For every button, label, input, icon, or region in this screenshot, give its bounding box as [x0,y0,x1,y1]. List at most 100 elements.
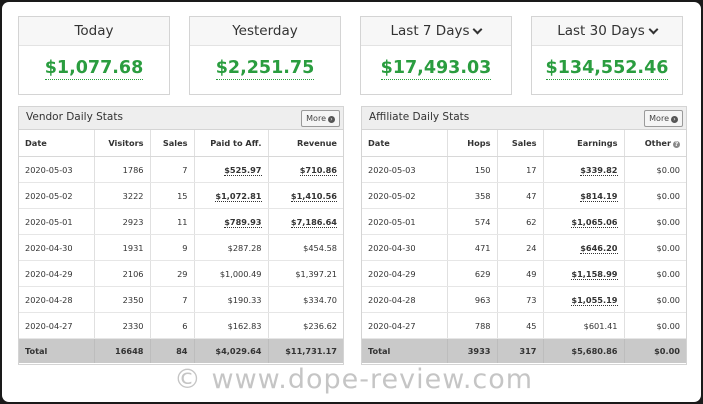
sales-cell: 15 [150,182,195,209]
date-cell: 2020-05-01 [19,208,95,235]
chevron-down-icon [648,24,659,35]
card-last-30-days: Last 30 Days $134,552.46 [531,16,683,95]
period-dropdown-30-days[interactable]: Last 30 Days [532,17,682,46]
affiliate-daily-stats-panel: Affiliate Daily Stats More › Date Hops Sa… [361,106,687,365]
column-header[interactable]: Date [19,130,95,157]
table-row: 2020-04-27 2330 6 $162.83 $236.62 [19,312,343,339]
earnings-cell[interactable]: $646.20 [543,234,625,261]
affiliate-more-button[interactable]: More › [644,110,683,127]
vendor-more-button[interactable]: More › [301,110,340,127]
card-label: Yesterday [190,17,340,46]
total-visitors: 16648 [94,338,151,363]
total-label: Total [362,338,448,363]
panel-title: Affiliate Daily Stats [369,111,470,123]
other-cell: $0.00 [624,312,686,339]
period-dropdown-7-days[interactable]: Last 7 Days [361,17,511,46]
table-header-row: Date Visitors Sales Paid to Aff. Revenue [19,130,343,157]
vendor-stats-table: Date Visitors Sales Paid to Aff. Revenue… [19,130,343,363]
help-icon[interactable]: ? [673,141,680,148]
column-header[interactable]: Sales [497,130,544,157]
date-cell: 2020-05-02 [362,182,448,209]
table-row: 2020-05-02 358 47 $814.19 $0.00 [362,182,686,209]
hops-cell: 574 [447,208,498,235]
sales-cell: 49 [497,260,544,287]
revenue-cell[interactable]: $7,186.64 [268,208,343,235]
column-header[interactable]: Visitors [94,130,151,157]
sales-cell: 45 [497,312,544,339]
card-value: $2,251.75 [215,58,315,80]
sales-cell: 29 [150,260,195,287]
revenue-cell: $236.62 [268,312,343,339]
hops-cell: 358 [447,182,498,209]
revenue-cell: $454.58 [268,234,343,261]
sales-cell: 47 [497,182,544,209]
card-value: $1,077.68 [44,58,144,80]
date-cell: 2020-05-03 [362,156,448,183]
hops-cell: 471 [447,234,498,261]
visitors-cell: 3222 [94,182,151,209]
date-cell: 2020-04-29 [362,260,448,287]
column-header[interactable]: Earnings [543,130,625,157]
card-last-7-days: Last 7 Days $17,493.03 [360,16,512,95]
visitors-cell: 1786 [94,156,151,183]
total-label: Total [19,338,95,363]
total-sales: 317 [497,338,544,363]
earnings-cell[interactable]: $1,065.06 [543,208,625,235]
earnings-cell[interactable]: $1,055.19 [543,286,625,313]
table-row: 2020-04-29 629 49 $1,158.99 $0.00 [362,260,686,287]
revenue-cell: $1,397.21 [268,260,343,287]
revenue-cell[interactable]: $710.86 [268,156,343,183]
date-cell: 2020-04-30 [19,234,95,261]
chevron-right-icon: › [671,116,678,123]
paid-cell: $287.28 [194,234,269,261]
chevron-right-icon: › [328,116,335,123]
table-row: 2020-04-28 963 73 $1,055.19 $0.00 [362,286,686,313]
column-header[interactable]: Date [362,130,448,157]
chevron-down-icon [473,24,483,35]
total-other: $0.00 [624,338,686,363]
card-value: $17,493.03 [380,58,492,80]
paid-cell: $1,000.49 [194,260,269,287]
table-row: 2020-05-01 2923 11 $789.93 $7,186.64 [19,208,343,235]
paid-cell[interactable]: $525.97 [194,156,269,183]
table-row: 2020-05-01 574 62 $1,065.06 $0.00 [362,208,686,235]
sales-cell: 17 [497,156,544,183]
paid-cell[interactable]: $1,072.81 [194,182,269,209]
revenue-cell: $334.70 [268,286,343,313]
visitors-cell: 2330 [94,312,151,339]
visitors-cell: 2923 [94,208,151,235]
visitors-cell: 1931 [94,234,151,261]
date-cell: 2020-04-27 [362,312,448,339]
panel-header: Vendor Daily Stats More › [19,107,343,130]
card-label: Today [19,17,169,46]
column-header[interactable]: Sales [150,130,195,157]
card-today: Today $1,077.68 [18,16,170,95]
sales-cell: 6 [150,312,195,339]
dashboard-window: Today $1,077.68 Yesterday $2,251.75 Last… [2,2,701,402]
hops-cell: 963 [447,286,498,313]
date-cell: 2020-04-27 [19,312,95,339]
column-header[interactable]: Revenue [268,130,343,157]
earnings-cell[interactable]: $814.19 [543,182,625,209]
affiliate-stats-table: Date Hops Sales Earnings Other? 2020-05-… [362,130,686,363]
column-header[interactable]: Paid to Aff. [194,130,269,157]
total-row: Total 16648 84 $4,029.64 $11,731.17 [19,338,343,363]
table-row: 2020-04-27 788 45 $601.41 $0.00 [362,312,686,339]
sales-cell: 62 [497,208,544,235]
hops-cell: 629 [447,260,498,287]
paid-cell[interactable]: $789.93 [194,208,269,235]
column-header[interactable]: Hops [447,130,498,157]
table-row: 2020-05-02 3222 15 $1,072.81 $1,410.56 [19,182,343,209]
paid-cell: $190.33 [194,286,269,313]
table-row: 2020-04-29 2106 29 $1,000.49 $1,397.21 [19,260,343,287]
other-cell: $0.00 [624,286,686,313]
table-header-row: Date Hops Sales Earnings Other? [362,130,686,157]
panel-title: Vendor Daily Stats [26,111,123,123]
column-header[interactable]: Other? [624,130,686,157]
earnings-cell[interactable]: $1,158.99 [543,260,625,287]
total-revenue: $11,731.17 [268,338,343,363]
sales-cell: 24 [497,234,544,261]
sales-cell: 7 [150,286,195,313]
earnings-cell[interactable]: $339.82 [543,156,625,183]
revenue-cell[interactable]: $1,410.56 [268,182,343,209]
